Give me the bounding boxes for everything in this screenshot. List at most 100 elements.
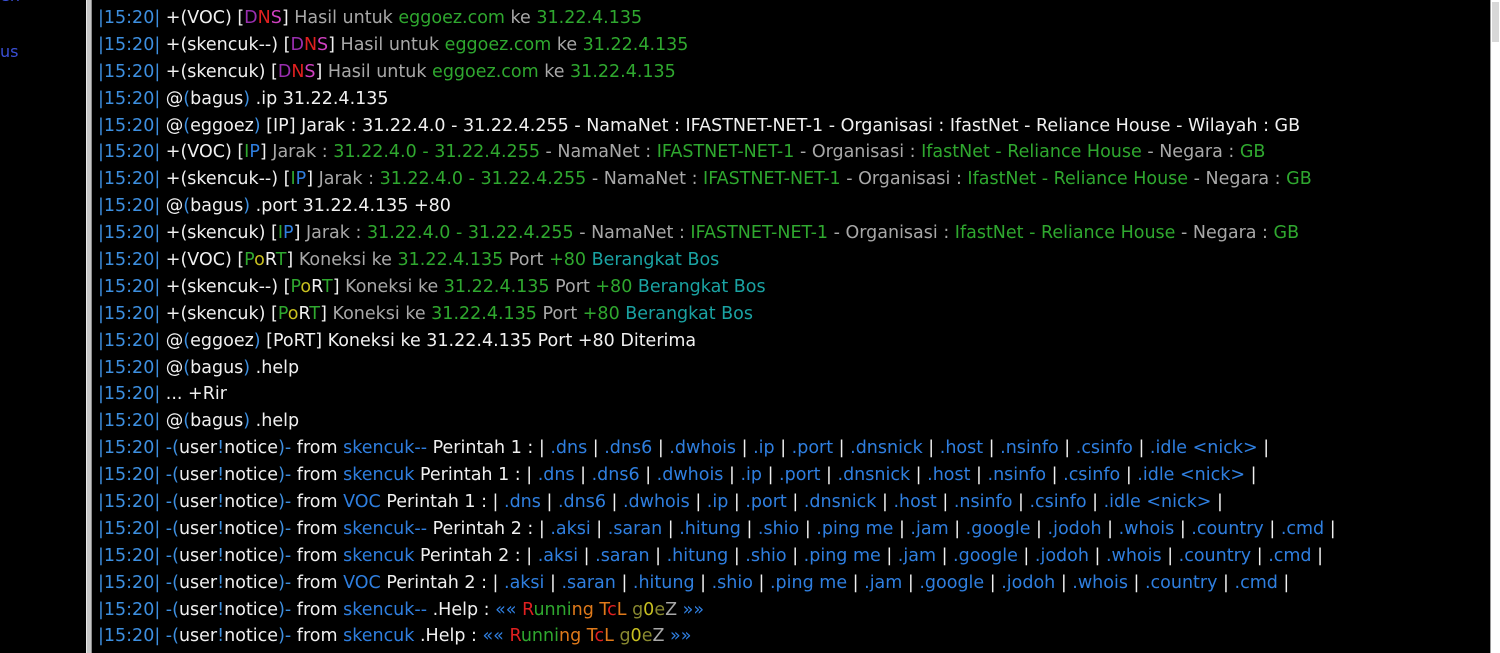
message-segment: .cmd	[1234, 572, 1278, 593]
message-segment: g	[619, 626, 631, 647]
message-segment: |	[652, 438, 670, 459]
message-segment: Jarak :	[305, 223, 367, 244]
message-segment: P	[244, 250, 255, 271]
message-segment: D	[277, 61, 292, 82]
message-segment: S	[270, 8, 282, 28]
message-segment: |	[786, 545, 804, 566]
timestamp: |15:20|	[98, 438, 166, 459]
timestamp: |15:20|	[98, 518, 166, 539]
message-segment: [	[271, 61, 278, 82]
message-segment: - Negara :	[1188, 169, 1287, 190]
message-segment: .hitung	[679, 518, 741, 539]
message-segment: Z	[665, 599, 678, 620]
nicklist-item-partial[interactable]: en	[0, 0, 20, 5]
message-segment: .google	[953, 545, 1018, 566]
message-segment: +(skencuk--)	[165, 169, 284, 190]
message-segment: )-	[278, 518, 297, 539]
message-segment: |	[728, 492, 746, 513]
message-segment: D	[244, 8, 258, 28]
message-segment: |	[1174, 518, 1192, 539]
message-segment: .port	[791, 438, 834, 459]
timestamp: |15:20|	[98, 330, 166, 351]
message-segment: |	[1086, 492, 1104, 513]
message-segment: .saran	[561, 572, 616, 593]
message-segment: notice	[224, 626, 279, 647]
chat-line: |15:20| -(user!notice)- from skencuk .He…	[98, 623, 1336, 650]
message-segment: notice	[224, 492, 279, 513]
message-segment: - Organisasi :	[840, 169, 968, 190]
message-segment: +(skencuk)	[165, 303, 272, 324]
message-segment: ]	[293, 223, 306, 244]
chat-log[interactable]: |15:20| +(VOC) [DNS] Hasil untuk eggoez.…	[92, 0, 1490, 653]
message-segment: IfastNet - Reliance House	[967, 169, 1189, 190]
message-segment: |	[1324, 518, 1336, 539]
message-segment: .nsinfo	[987, 465, 1047, 486]
message-segment: Koneksi ke	[332, 303, 432, 324]
message-segment: [	[271, 223, 278, 244]
timestamp: |15:20|	[98, 572, 166, 593]
message-segment: .jodoh	[1001, 572, 1056, 593]
message-segment: Perintah 1 : |	[414, 465, 538, 486]
message-segment: .country	[1144, 572, 1218, 593]
message-segment: n	[531, 626, 544, 647]
message-segment: Perintah 2 : |	[427, 518, 551, 539]
message-segment: |	[605, 492, 623, 513]
message-segment: .dns6	[604, 438, 653, 459]
message-segment: ke	[504, 8, 537, 28]
message-segment: .ip 31.22.4.135	[255, 88, 389, 109]
message-segment: +(skencuk--)	[165, 34, 284, 55]
message-segment: |	[880, 545, 898, 566]
message-segment: n	[558, 626, 571, 647]
message-segment: @	[165, 411, 184, 432]
message-segment: .aksi	[537, 545, 579, 566]
message-segment: ]	[315, 61, 328, 82]
chat-line: |15:20| -(user!notice)- from skencuk-- .…	[98, 597, 1336, 624]
message-segment: skencuk--	[343, 518, 428, 539]
message-segment: .dns6	[591, 465, 640, 486]
message-segment: eggoez.com	[444, 34, 552, 55]
timestamp: |15:20|	[98, 384, 166, 405]
message-segment: .dns	[550, 438, 588, 459]
message-segment: |	[936, 492, 954, 513]
message-segment: .port	[745, 492, 787, 513]
chat-line: |15:20| +(skencuk--) [DNS] Hasil untuk e…	[98, 32, 1336, 59]
message-segment: from	[296, 492, 344, 513]
message-segment: o	[287, 303, 299, 324]
message-segment: |	[752, 572, 770, 593]
message-segment: P	[249, 142, 260, 163]
message-segment: D	[290, 34, 304, 55]
nicklist-item-partial[interactable]: us	[0, 42, 18, 61]
message-segment: eggoez.com	[398, 8, 505, 28]
message-segment: .dnsnick	[803, 492, 877, 513]
message-segment: - NamaNet :	[539, 142, 657, 163]
message-segment: o	[300, 276, 312, 297]
message-segment: )-	[278, 599, 297, 620]
message-segment: from	[296, 545, 344, 566]
message-segment: GB	[1239, 142, 1266, 163]
message-segment: .dnsnick	[850, 438, 923, 459]
message-segment: skencuk--	[343, 438, 428, 459]
message-segment: .ip	[753, 438, 775, 459]
message-segment: user	[178, 599, 218, 620]
message-segment: - Organisasi :	[828, 223, 955, 244]
message-segment: T	[599, 599, 608, 620]
chat-line: |15:20| +(skencuk--) [IP] Jarak : 31.22.…	[98, 166, 1336, 193]
message-segment: )	[253, 330, 267, 351]
timestamp: |15:20|	[98, 545, 166, 566]
scrollbar-thumb[interactable]	[1492, 2, 1499, 42]
message-segment: .port 31.22.4.135 +80	[255, 196, 451, 217]
message-segment: )-	[278, 465, 297, 486]
message-segment: from	[296, 599, 344, 620]
message-segment: .jam	[897, 545, 936, 566]
message-segment: ]	[259, 142, 273, 163]
message-segment: |	[1161, 545, 1179, 566]
message-segment: 0	[643, 599, 655, 620]
vertical-scrollbar[interactable]	[1490, 0, 1500, 653]
chat-line: |15:20| +(VOC) [PoRT] Koneksi ke 31.22.4…	[98, 247, 1336, 274]
message-segment: o	[254, 250, 265, 271]
message-segment: c	[594, 626, 605, 647]
chat-line: |15:20| +(skencuk) [PoRT] Koneksi ke 31.…	[98, 301, 1336, 328]
message-segment: R	[311, 276, 323, 297]
message-segment: |	[820, 465, 838, 486]
message-segment: )	[243, 411, 256, 432]
